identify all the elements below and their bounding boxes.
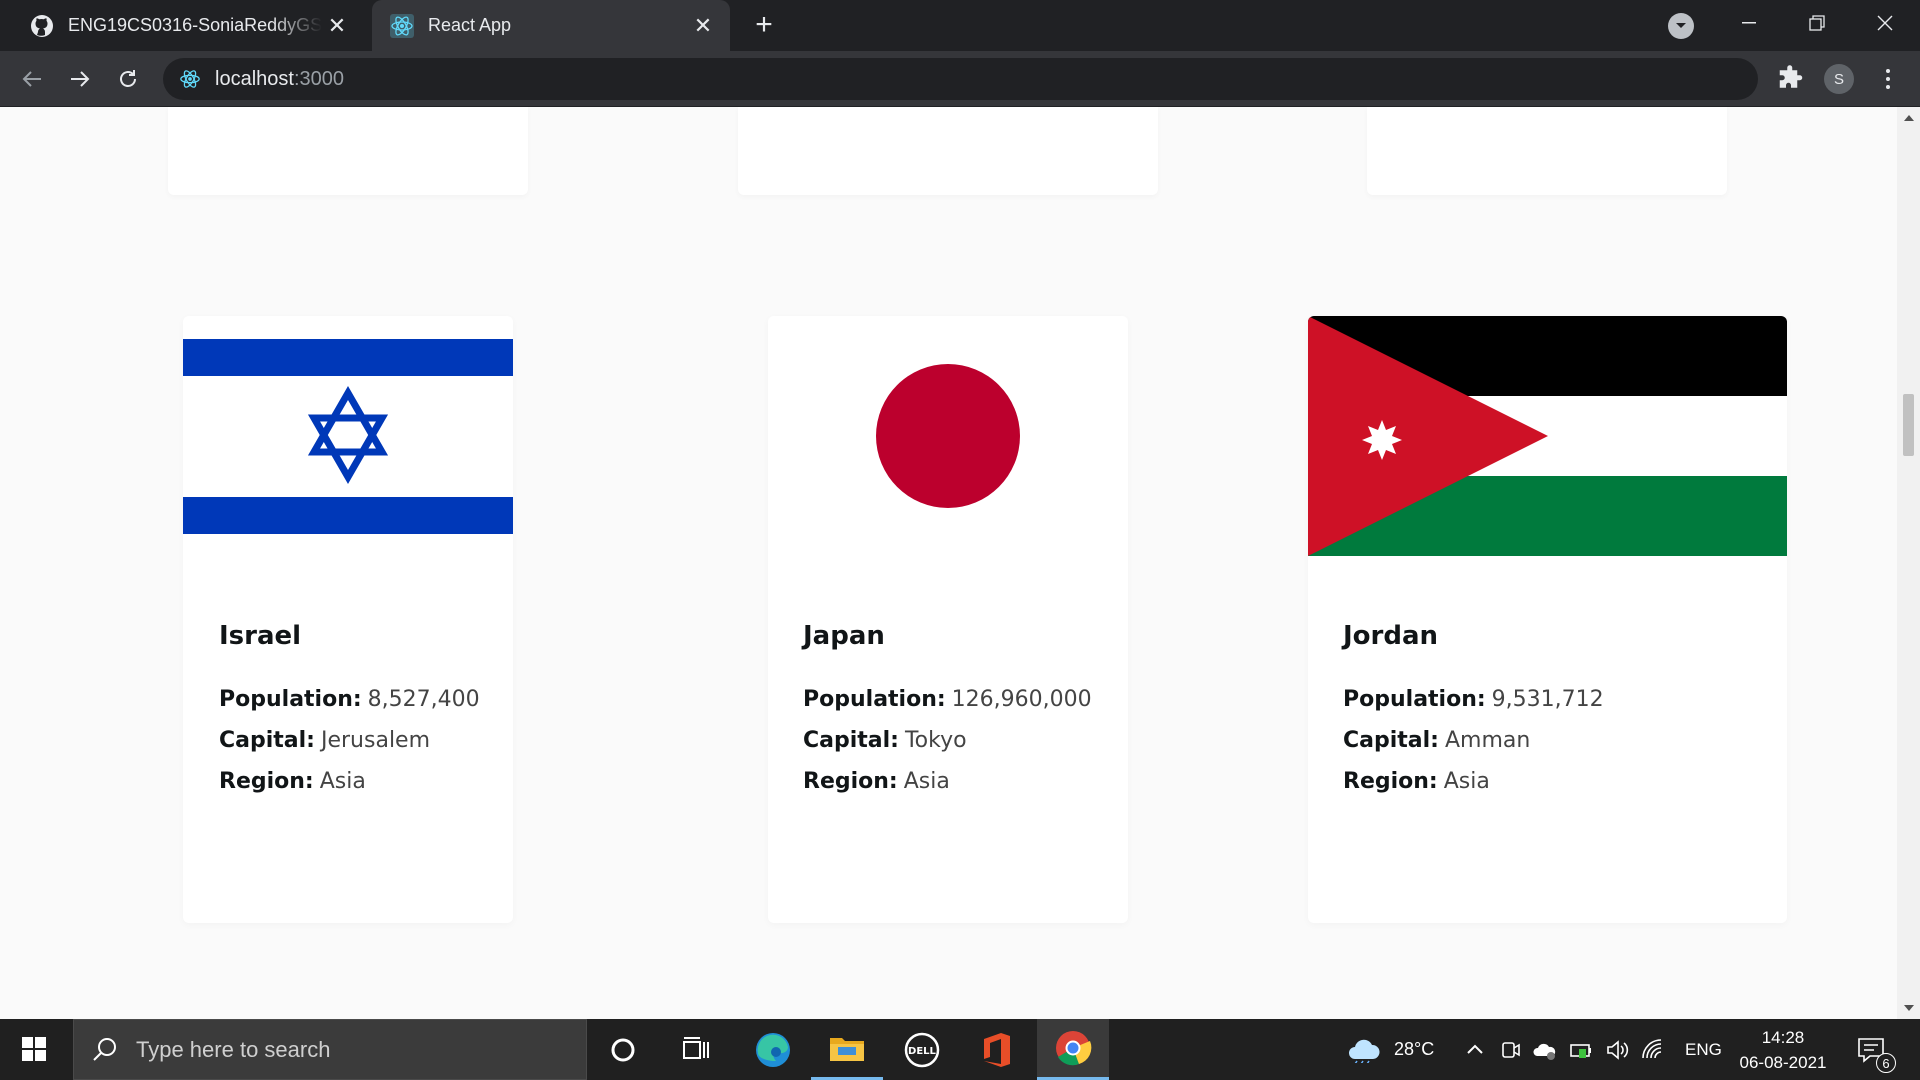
profile-avatar[interactable]: S: [1824, 64, 1854, 94]
close-icon[interactable]: ✕: [688, 11, 718, 41]
restore-button[interactable]: [1792, 6, 1842, 40]
weather-temperature[interactable]: 28°C: [1394, 1039, 1434, 1060]
weather-cloud-icon[interactable]: [1347, 1037, 1381, 1063]
dell-icon[interactable]: DELL: [886, 1019, 958, 1080]
capital-value: Amman: [1444, 728, 1531, 753]
population-value: 8,527,400: [367, 687, 480, 712]
tab-github[interactable]: ENG19CS0316-SoniaReddyGS/fir ✕: [12, 0, 364, 51]
region-stat: Region: Asia: [219, 761, 513, 802]
clock-time: 14:28: [1761, 1028, 1805, 1047]
country-card-partial[interactable]: [738, 107, 1158, 195]
page-viewport: Israel Population: 8,527,400 Capital: Jeru…: [0, 107, 1897, 1019]
population-value: 126,960,000: [951, 687, 1092, 712]
capital-value: Jerusalem: [320, 728, 431, 753]
search-icon: [93, 1037, 116, 1061]
tab-react-app[interactable]: React App ✕: [372, 0, 730, 51]
close-icon[interactable]: ✕: [322, 11, 352, 41]
github-icon: [30, 14, 54, 38]
windows-start-icon[interactable]: [14, 1033, 54, 1067]
volume-icon[interactable]: [1604, 1037, 1630, 1063]
search-placeholder: Type here to search: [136, 1036, 331, 1062]
wifi-icon[interactable]: [1640, 1037, 1666, 1063]
page-scrollbar[interactable]: [1897, 107, 1920, 1019]
country-name: Japan: [803, 621, 885, 651]
country-card-partial[interactable]: [168, 107, 528, 195]
task-view-icon[interactable]: [659, 1019, 731, 1080]
japan-flag: [768, 316, 1128, 556]
population-label: Population:: [803, 687, 946, 712]
browser-tab-strip: ENG19CS0316-SoniaReddyGS/fir ✕ React App…: [0, 0, 1920, 51]
taskbar-clock[interactable]: 14:28 06-08-2021: [1728, 1025, 1838, 1075]
region-label: Region:: [1343, 769, 1438, 794]
onedrive-icon[interactable]: [1532, 1037, 1558, 1063]
country-card-japan[interactable]: Japan Population: 126,960,000 Capital: Tok…: [768, 316, 1128, 923]
cortana-icon[interactable]: [587, 1019, 659, 1080]
notification-count-badge: 6: [1876, 1053, 1896, 1073]
capital-stat: Capital: Jerusalem: [219, 720, 513, 761]
chrome-icon[interactable]: [1037, 1019, 1109, 1080]
new-tab-button[interactable]: +: [748, 10, 780, 42]
language-indicator[interactable]: ENG: [1685, 1040, 1722, 1060]
region-label: Region:: [803, 769, 898, 794]
israel-flag: [183, 316, 513, 556]
browser-toolbar: localhost:3000 S: [0, 51, 1920, 107]
population-stat: Population: 8,527,400: [219, 679, 513, 720]
country-name: Jordan: [1343, 621, 1439, 651]
office-icon[interactable]: [961, 1019, 1033, 1080]
tab-title: ENG19CS0316-SoniaReddyGS/fir: [68, 15, 322, 35]
population-label: Population:: [1343, 687, 1486, 712]
minimize-button[interactable]: [1724, 6, 1774, 40]
capital-label: Capital:: [1343, 728, 1439, 753]
region-value: Asia: [319, 769, 366, 794]
url-port: :3000: [293, 67, 344, 90]
country-name: Israel: [219, 621, 302, 651]
jordan-flag: [1308, 316, 1787, 556]
capital-label: Capital:: [803, 728, 899, 753]
scroll-up-arrow-icon[interactable]: [1904, 115, 1914, 121]
file-explorer-icon[interactable]: [811, 1019, 883, 1080]
capital-label: Capital:: [219, 728, 315, 753]
close-window-button[interactable]: [1860, 6, 1910, 40]
population-value: 9,531,712: [1491, 687, 1604, 712]
country-card-partial[interactable]: [1367, 107, 1727, 195]
scrollbar-thumb[interactable]: [1903, 394, 1914, 456]
reload-button[interactable]: [112, 63, 144, 95]
react-icon: [180, 70, 200, 88]
back-button[interactable]: [16, 63, 48, 95]
chevron-up-icon[interactable]: [1462, 1037, 1488, 1063]
population-stat: Population: 9,531,712: [1343, 679, 1787, 720]
svg-text:DELL: DELL: [908, 1046, 937, 1057]
region-stat: Region: Asia: [1343, 761, 1787, 802]
tab-search-icon[interactable]: [1668, 13, 1694, 39]
capital-value: Tokyo: [904, 728, 967, 753]
scroll-down-arrow-icon[interactable]: [1904, 1005, 1914, 1011]
extensions-icon[interactable]: [1776, 64, 1806, 94]
edge-icon[interactable]: [737, 1019, 809, 1080]
battery-icon[interactable]: [1568, 1037, 1594, 1063]
region-label: Region:: [219, 769, 314, 794]
region-stat: Region: Asia: [803, 761, 1128, 802]
notification-center-icon[interactable]: 6: [1856, 1035, 1896, 1073]
forward-button[interactable]: [64, 63, 96, 95]
clock-date: 06-08-2021: [1739, 1053, 1827, 1072]
windows-taskbar: Type here to search DELL 28°C ENG 14:28 …: [0, 1019, 1920, 1080]
react-icon: [390, 13, 414, 38]
country-card-israel[interactable]: Israel Population: 8,527,400 Capital: Jeru…: [183, 316, 513, 923]
population-label: Population:: [219, 687, 362, 712]
region-value: Asia: [903, 769, 950, 794]
capital-stat: Capital: Tokyo: [803, 720, 1128, 761]
tab-title: React App: [428, 15, 512, 35]
country-card-jordan[interactable]: Jordan Population: 9,531,712 Capital: Amma…: [1308, 316, 1787, 923]
taskbar-search-box[interactable]: Type here to search: [73, 1019, 587, 1080]
population-stat: Population: 126,960,000: [803, 679, 1128, 720]
region-value: Asia: [1443, 769, 1490, 794]
address-bar[interactable]: localhost:3000: [163, 58, 1758, 100]
capital-stat: Capital: Amman: [1343, 720, 1787, 761]
meet-now-icon[interactable]: [1498, 1037, 1524, 1063]
url-host: localhost: [215, 67, 294, 90]
menu-icon[interactable]: [1873, 64, 1903, 94]
